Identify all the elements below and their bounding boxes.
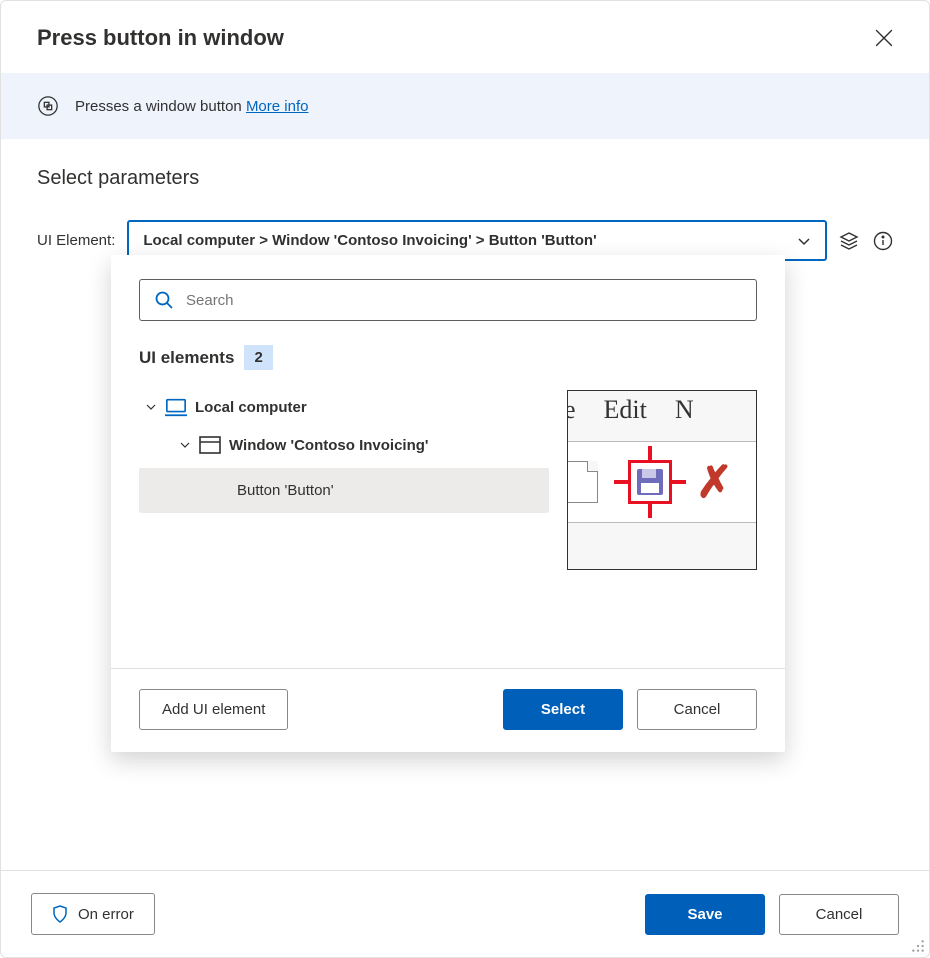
chevron-down-icon	[179, 439, 191, 451]
preview-menubar: e Edit N	[568, 395, 756, 425]
dialog-header: Press button in window	[1, 1, 929, 73]
cancel-button[interactable]: Cancel	[779, 894, 899, 935]
param-label: UI Element:	[37, 232, 115, 249]
preview-document-icon	[567, 461, 598, 503]
tree-title: UI elements	[139, 348, 234, 368]
preview-delete-icon: ✗	[696, 457, 733, 508]
resize-grip-icon[interactable]	[911, 939, 925, 953]
divider	[111, 668, 785, 669]
picker-cancel-button[interactable]: Cancel	[637, 689, 757, 730]
element-preview: e Edit N ✗	[567, 390, 757, 570]
tree-header: UI elements 2	[139, 345, 757, 370]
more-info-link[interactable]: More info	[246, 98, 309, 115]
ui-element-picker-popup: UI elements 2 Local computer	[111, 255, 785, 752]
section-title: Select parameters	[37, 167, 893, 190]
dialog-body: Select parameters UI Element: Local comp…	[1, 139, 929, 870]
tree-item-label: Window 'Contoso Invoicing'	[229, 437, 428, 454]
tree-item-window[interactable]: Window 'Contoso Invoicing'	[139, 426, 549, 464]
preview-text-fragment: e	[567, 395, 576, 425]
ui-tree: Local computer Window 'Contoso Invoicing…	[139, 388, 549, 588]
select-button[interactable]: Select	[503, 689, 623, 730]
tree-item-root[interactable]: Local computer	[139, 388, 549, 426]
dialog-title: Press button in window	[37, 25, 284, 51]
count-badge: 2	[244, 345, 272, 370]
dropdown-value: Local computer > Window 'Contoso Invoici…	[143, 232, 596, 249]
search-input[interactable]	[186, 292, 742, 309]
add-ui-element-button[interactable]: Add UI element	[139, 689, 288, 730]
close-icon[interactable]	[875, 29, 893, 47]
on-error-label: On error	[78, 906, 134, 923]
popup-footer: Add UI element Select Cancel	[139, 689, 757, 730]
search-box[interactable]	[139, 279, 757, 321]
info-icon[interactable]	[873, 231, 893, 251]
chevron-down-icon	[145, 401, 157, 413]
window-icon	[199, 436, 221, 454]
preview-toolbar: ✗	[568, 441, 756, 523]
tree-item-label: Button 'Button'	[237, 482, 334, 499]
save-button[interactable]: Save	[645, 894, 765, 935]
shield-icon	[52, 905, 68, 923]
side-icons	[839, 231, 893, 251]
info-banner: Presses a window button More info	[1, 73, 929, 139]
banner-text-content: Presses a window button	[75, 98, 246, 115]
chevron-down-icon	[797, 234, 811, 248]
search-icon	[154, 290, 174, 310]
tree-area: Local computer Window 'Contoso Invoicing…	[139, 388, 757, 588]
dialog-window: Press button in window Presses a window …	[0, 0, 930, 958]
banner-text: Presses a window button More info	[75, 98, 308, 115]
dialog-footer: On error Save Cancel	[1, 870, 929, 957]
preview-text-fragment: Edit	[604, 395, 647, 425]
tree-item-label: Local computer	[195, 399, 307, 416]
preview-text-fragment: N	[675, 395, 694, 425]
computer-icon	[165, 398, 187, 416]
tree-item-button[interactable]: Button 'Button'	[139, 468, 549, 513]
preview-target-highlight	[618, 450, 682, 514]
action-icon	[37, 95, 59, 117]
layers-icon[interactable]	[839, 231, 859, 251]
save-floppy-icon	[637, 469, 663, 495]
on-error-button[interactable]: On error	[31, 893, 155, 935]
